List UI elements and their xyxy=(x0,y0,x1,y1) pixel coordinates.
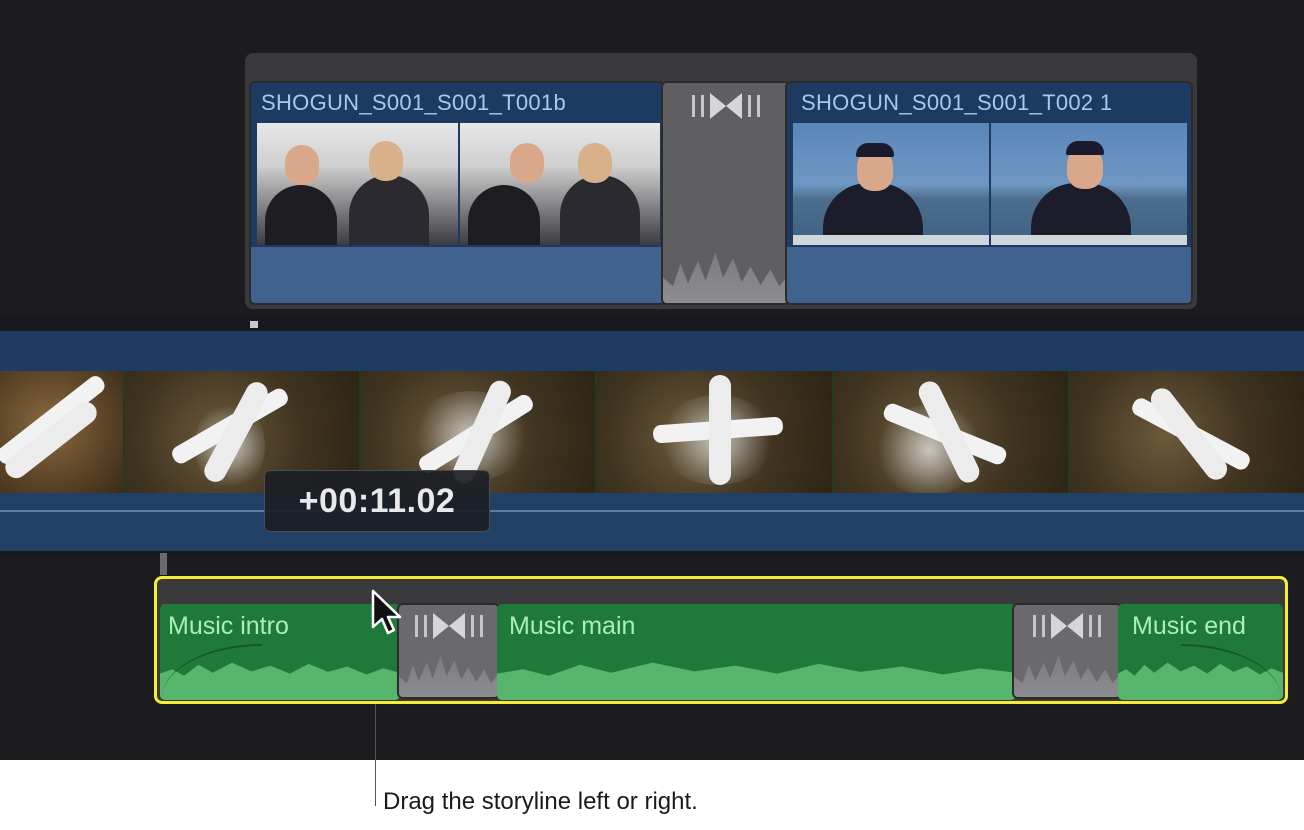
pointer-cursor-icon xyxy=(371,589,402,635)
transition-icon xyxy=(691,93,760,119)
thumbnail xyxy=(0,371,123,493)
clip-audio-waveform xyxy=(251,247,664,303)
thumbnail xyxy=(1069,371,1304,493)
music-end-clip[interactable]: Music end xyxy=(1118,604,1283,700)
clip-title: Music main xyxy=(509,612,636,640)
thumbnail xyxy=(597,371,832,493)
thumbnail xyxy=(793,123,989,245)
transition-icon xyxy=(414,613,483,639)
clip-title: Music intro xyxy=(168,612,289,640)
transition-waveform xyxy=(1014,655,1120,697)
connection-marker xyxy=(160,553,167,575)
callout-caption: Drag the storyline left or right. xyxy=(383,788,698,815)
primary-clip-filmstrip[interactable] xyxy=(0,371,1304,493)
music-intro-clip[interactable]: Music intro xyxy=(160,604,400,700)
clip-title: SHOGUN_S001_S001_T001b xyxy=(261,90,567,115)
clip-filmstrip xyxy=(257,123,660,245)
primary-audio-waveform xyxy=(0,493,1304,551)
fade-in-handle[interactable] xyxy=(162,644,262,700)
clip-audio-waveform xyxy=(497,662,1016,700)
timeline[interactable]: SHOGUN_S001_S001_T001b SHOGUN_S001_S001_… xyxy=(0,0,1304,760)
clip-filmstrip xyxy=(793,123,1187,245)
cross-dissolve-transition[interactable] xyxy=(661,81,790,305)
transition-icon xyxy=(1033,613,1101,639)
timecode-offset-display: +00:11.02 xyxy=(264,470,490,532)
transition-waveform xyxy=(663,252,788,303)
connection-marker xyxy=(250,321,258,328)
video-clip-t002[interactable]: SHOGUN_S001_S001_T002 1 xyxy=(785,81,1193,305)
video-clip-t001b[interactable]: SHOGUN_S001_S001_T001b xyxy=(249,81,666,305)
thumbnail xyxy=(257,123,458,245)
thumbnail xyxy=(459,123,660,245)
audio-transition[interactable] xyxy=(1012,603,1122,699)
fade-out-handle[interactable] xyxy=(1181,644,1281,700)
clip-audio-waveform xyxy=(787,247,1191,303)
thumbnail xyxy=(833,371,1068,493)
thumbnail xyxy=(991,123,1187,245)
music-main-clip[interactable]: Music main xyxy=(497,604,1016,700)
transition-waveform xyxy=(399,655,498,697)
clip-title: SHOGUN_S001_S001_T002 1 xyxy=(801,90,1113,115)
primary-clip-header[interactable] xyxy=(0,331,1304,371)
clip-title: Music end xyxy=(1132,612,1246,640)
audio-transition[interactable] xyxy=(397,603,500,699)
callout-line xyxy=(375,704,376,806)
